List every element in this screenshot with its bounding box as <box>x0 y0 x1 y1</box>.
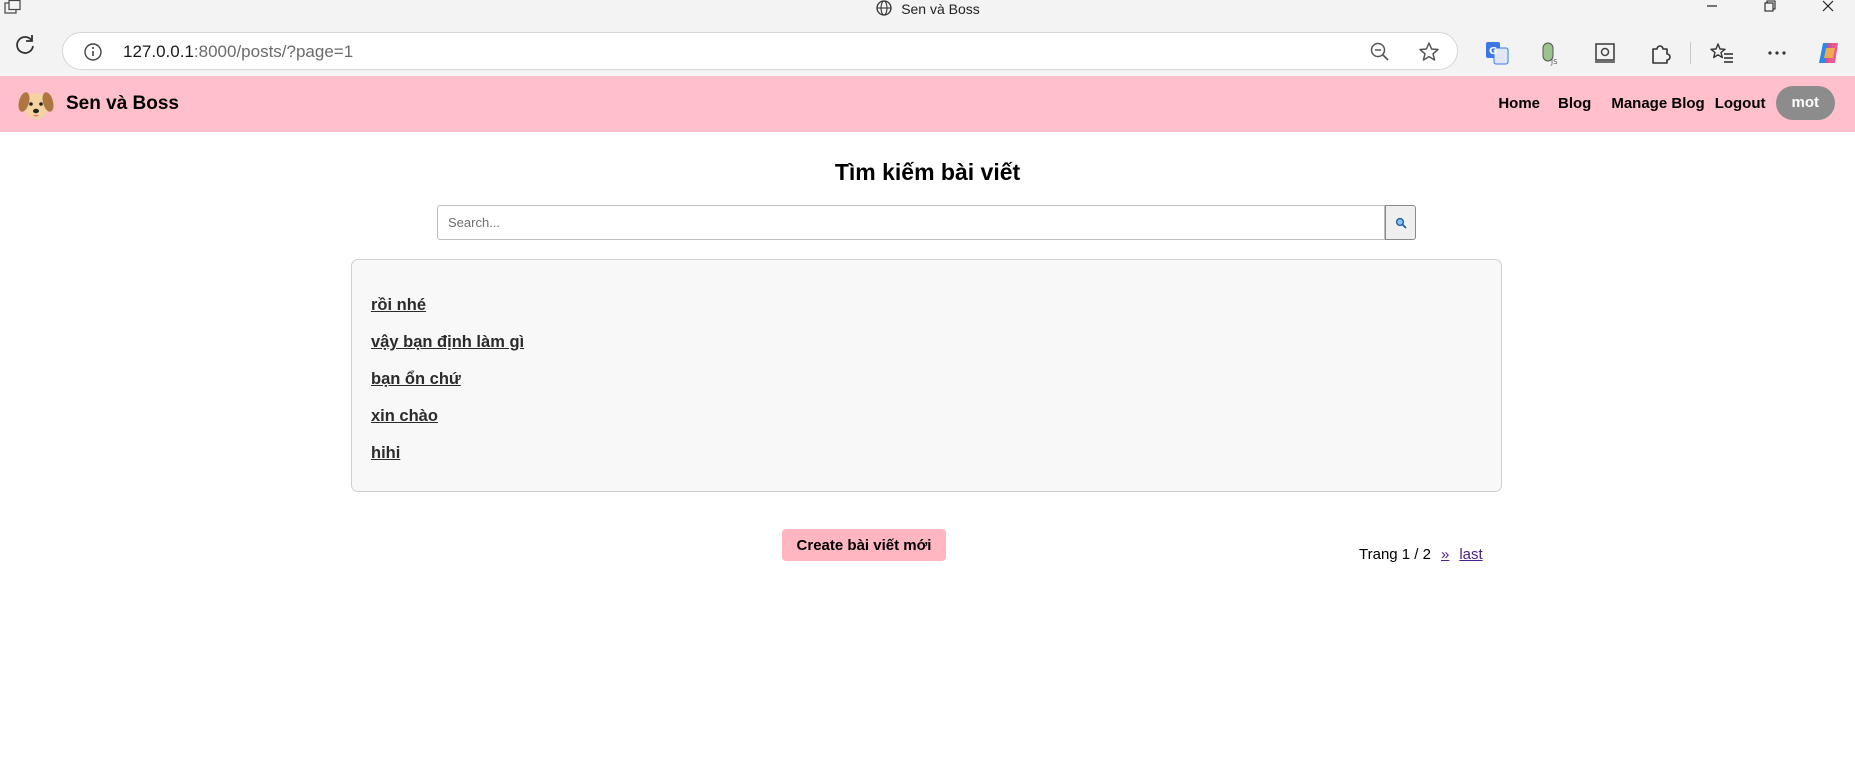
extensions-icon[interactable] <box>1647 40 1673 66</box>
window-title: Sen và Boss <box>0 0 1855 16</box>
pagination: Trang 1 / 2 » last <box>1359 546 1483 564</box>
url-path: :8000/posts/?page=1 <box>193 42 354 61</box>
nav-manage-blog-link[interactable]: Manage Blog <box>1611 95 1704 112</box>
favorites-icon[interactable] <box>1709 40 1735 66</box>
globe-icon <box>876 0 892 16</box>
post-item[interactable]: rồi nhé <box>352 295 1501 315</box>
site-header: Sen và Boss Home Blog Manage Blog Logout… <box>0 76 1855 132</box>
minimize-button[interactable] <box>1702 0 1722 14</box>
svg-text:JS: JS <box>1550 58 1558 66</box>
post-item[interactable]: xin chào <box>352 406 1501 426</box>
screenshot-icon[interactable] <box>1592 40 1618 66</box>
post-item[interactable]: hihi <box>352 443 1501 463</box>
post-item[interactable]: vậy bạn định làm gì <box>352 332 1501 352</box>
next-page-link[interactable]: » <box>1441 546 1449 563</box>
dog-logo-icon[interactable] <box>16 84 56 124</box>
search-input[interactable] <box>437 205 1385 240</box>
search-form <box>437 205 1416 240</box>
translate-icon[interactable]: G <box>1484 40 1510 66</box>
last-page-link[interactable]: last <box>1459 546 1482 563</box>
create-post-button[interactable]: Create bài viết mới <box>782 529 946 561</box>
window-titlebar: Sen và Boss <box>0 0 1855 16</box>
toolbar-divider <box>1690 42 1691 64</box>
more-icon[interactable] <box>1764 40 1790 66</box>
address-bar[interactable]: 127.0.0.1:8000/posts/?page=1 <box>62 32 1458 70</box>
copilot-icon[interactable] <box>1816 40 1842 66</box>
nav-home-link[interactable]: Home <box>1498 95 1540 112</box>
reload-icon[interactable] <box>12 32 38 58</box>
main-nav: Home Blog Manage Blog Logout mot <box>1498 85 1835 121</box>
url-host: 127.0.0.1 <box>123 42 194 61</box>
restore-button[interactable] <box>1760 0 1780 14</box>
svg-text:G: G <box>1489 46 1497 57</box>
extension-js-icon[interactable]: JS <box>1537 40 1563 66</box>
browser-toolbar: 127.0.0.1:8000/posts/?page=1 G JS <box>0 16 1855 76</box>
info-icon[interactable] <box>83 42 103 62</box>
search-button[interactable] <box>1385 205 1416 240</box>
favorite-star-icon[interactable] <box>1417 40 1441 64</box>
post-list: rồi nhé vậy bạn định làm gì bạn ổn chứ x… <box>351 259 1502 492</box>
zoom-out-icon[interactable] <box>1369 41 1391 63</box>
window-title-text: Sen và Boss <box>901 1 980 17</box>
user-badge[interactable]: mot <box>1775 86 1835 120</box>
close-window-button[interactable] <box>1818 0 1838 14</box>
page-indicator: Trang 1 / 2 <box>1359 546 1431 563</box>
nav-blog-link[interactable]: Blog <box>1558 95 1591 112</box>
url-text[interactable]: 127.0.0.1:8000/posts/?page=1 <box>123 42 353 62</box>
search-icon <box>1395 217 1407 229</box>
post-item[interactable]: bạn ổn chứ <box>352 369 1501 389</box>
site-name[interactable]: Sen và Boss <box>66 93 179 115</box>
nav-logout-link[interactable]: Logout <box>1715 95 1766 112</box>
page-title: Tìm kiếm bài viết <box>834 159 1021 185</box>
